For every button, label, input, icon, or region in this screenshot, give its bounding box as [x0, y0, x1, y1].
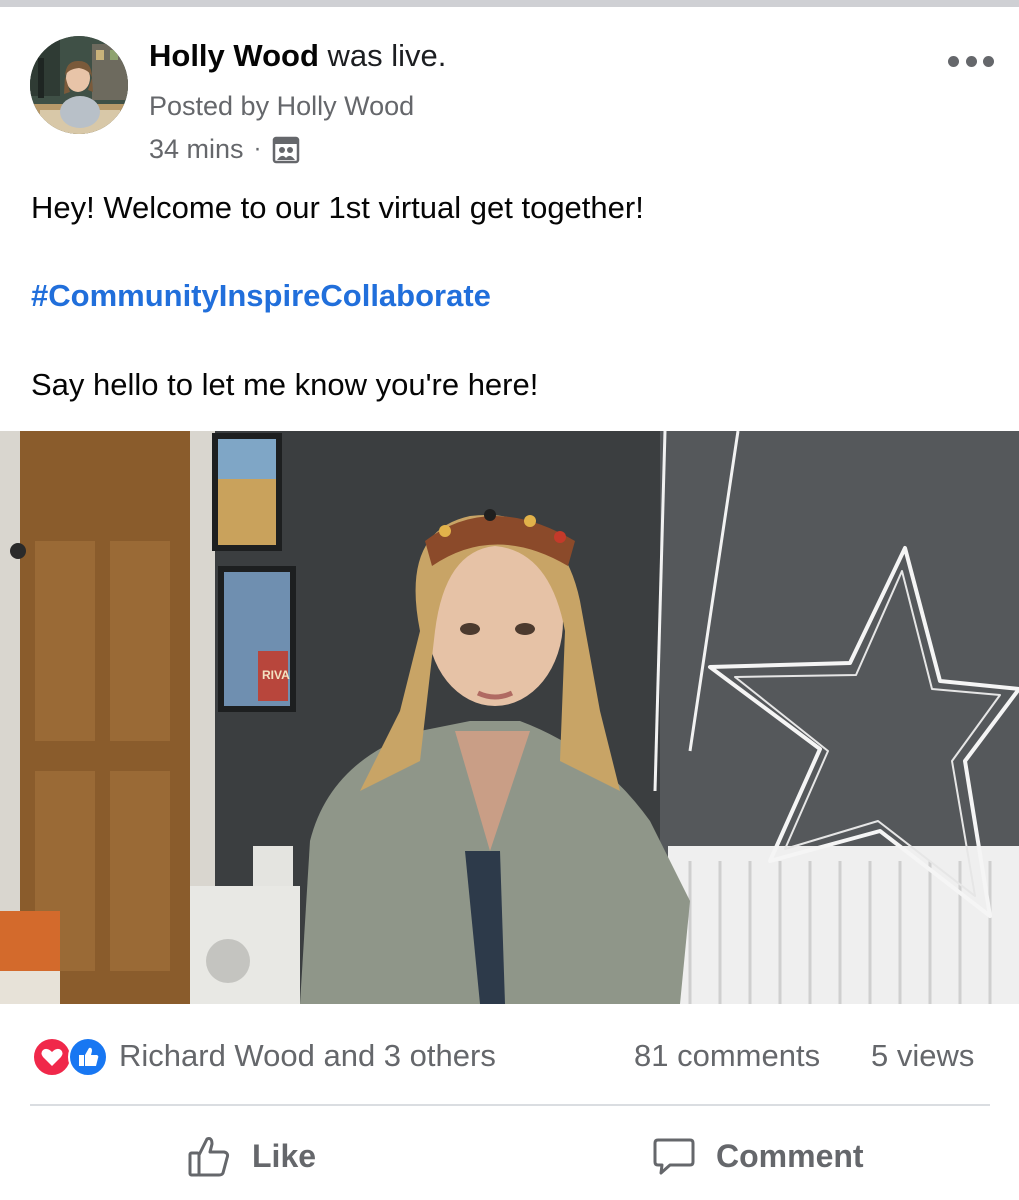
- like-button[interactable]: Like: [186, 1126, 316, 1186]
- post-meta: 34 mins ·: [149, 129, 300, 169]
- hashtag-link[interactable]: #CommunityInspireCollaborate: [31, 276, 491, 316]
- reaction-icons[interactable]: [32, 1037, 110, 1077]
- post-text-line: Hey! Welcome to our 1st virtual get toge…: [31, 190, 644, 225]
- views-count: 5 views: [871, 1038, 975, 1073]
- like-reaction-icon: [68, 1037, 108, 1077]
- reactions-summary[interactable]: Richard Wood and 3 others: [119, 1036, 496, 1076]
- comment-label: Comment: [716, 1137, 864, 1174]
- group-audience-icon[interactable]: [272, 135, 300, 164]
- author-avatar[interactable]: [30, 36, 128, 134]
- poster-text: RIVA: [262, 668, 290, 682]
- meta-separator: ·: [253, 135, 262, 162]
- post-header-title: Holly Wood was live.: [149, 36, 446, 76]
- author-name-link[interactable]: Holly Wood: [149, 38, 319, 73]
- top-separator-strip: [0, 0, 1019, 7]
- love-reaction-icon: [32, 1037, 72, 1077]
- post-timestamp[interactable]: 34 mins: [149, 129, 244, 169]
- thumbs-up-icon: [186, 1133, 232, 1179]
- comment-bubble-icon: [652, 1134, 696, 1178]
- live-video-player[interactable]: RIVA: [0, 431, 1019, 1004]
- more-options-icon[interactable]: [948, 50, 994, 72]
- post-stats-row: Richard Wood and 3 others 81 comments 5 …: [0, 1030, 1019, 1082]
- posted-by-text: Posted by Holly Wood: [149, 91, 415, 121]
- actions-divider: [30, 1104, 990, 1106]
- post-text-line: Say hello to let me know you're here!: [31, 367, 539, 402]
- comments-count[interactable]: 81 comments: [634, 1036, 820, 1076]
- comment-button[interactable]: Comment: [652, 1126, 864, 1186]
- like-label: Like: [252, 1137, 317, 1174]
- live-status-text: was live.: [327, 38, 447, 73]
